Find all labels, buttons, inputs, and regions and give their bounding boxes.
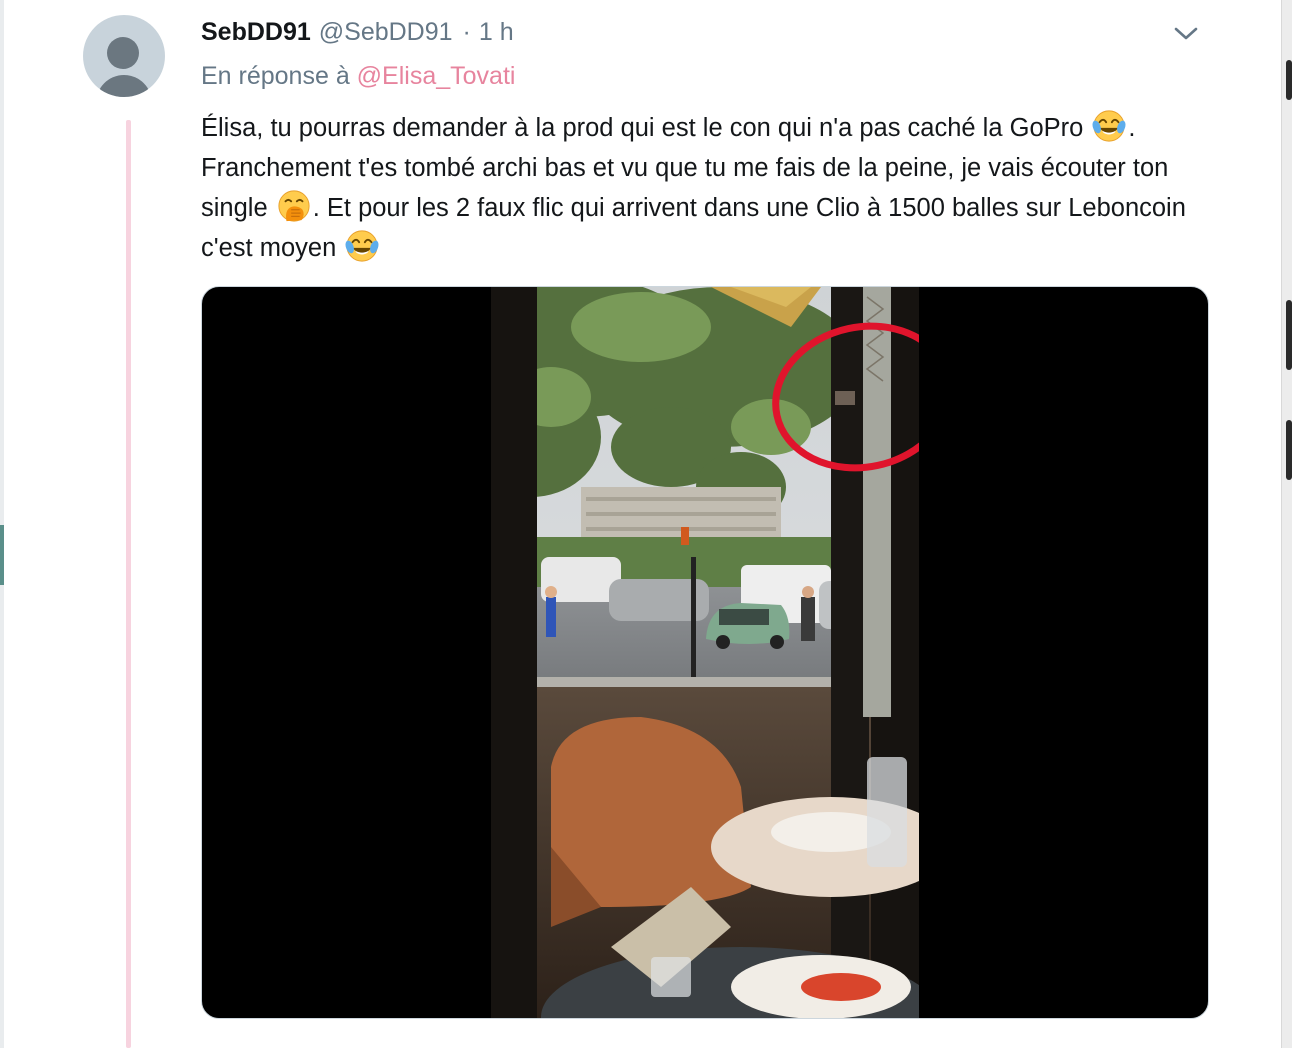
edge-decoration bbox=[1286, 420, 1292, 480]
reply-context: En réponse à @Elisa_Tovati bbox=[201, 62, 515, 91]
default-avatar-head bbox=[107, 37, 139, 69]
display-name[interactable]: SebDD91 bbox=[201, 18, 311, 47]
reply-prefix: En réponse à bbox=[201, 62, 350, 90]
reply-mention-link[interactable]: @Elisa_Tovati bbox=[357, 62, 516, 90]
tweet-view: SebDD91 @SebDD91 · 1 h En réponse à @Eli… bbox=[0, 0, 1292, 1048]
left-window-edge bbox=[0, 0, 4, 1048]
chevron-down-icon[interactable] bbox=[1172, 20, 1200, 48]
tweet-text: Élisa, tu pourras demander à la prod qui… bbox=[201, 108, 1191, 268]
user-handle[interactable]: @SebDD91 bbox=[319, 18, 453, 47]
face-with-tears-of-joy-icon bbox=[345, 230, 379, 262]
face-with-tears-of-joy-icon bbox=[1092, 110, 1126, 142]
default-avatar-body bbox=[96, 75, 152, 97]
avatar[interactable] bbox=[83, 15, 165, 97]
edge-decoration bbox=[1286, 60, 1292, 100]
video-frame[interactable] bbox=[491, 287, 919, 1018]
face-with-hand-over-mouth-icon bbox=[278, 190, 310, 222]
media-container[interactable] bbox=[201, 286, 1209, 1019]
tweet-text-part: Élisa, tu pourras demander à la prod qui… bbox=[201, 114, 1091, 142]
right-window-edge bbox=[1281, 0, 1292, 1048]
edge-decoration bbox=[1286, 300, 1292, 370]
thread-connector-line bbox=[126, 120, 131, 1048]
timestamp[interactable]: 1 h bbox=[479, 18, 514, 47]
tweet-header: SebDD91 @SebDD91 · 1 h bbox=[201, 16, 514, 48]
video-scene bbox=[491, 287, 919, 1018]
edge-accent bbox=[0, 525, 4, 585]
separator-dot: · bbox=[462, 17, 471, 46]
